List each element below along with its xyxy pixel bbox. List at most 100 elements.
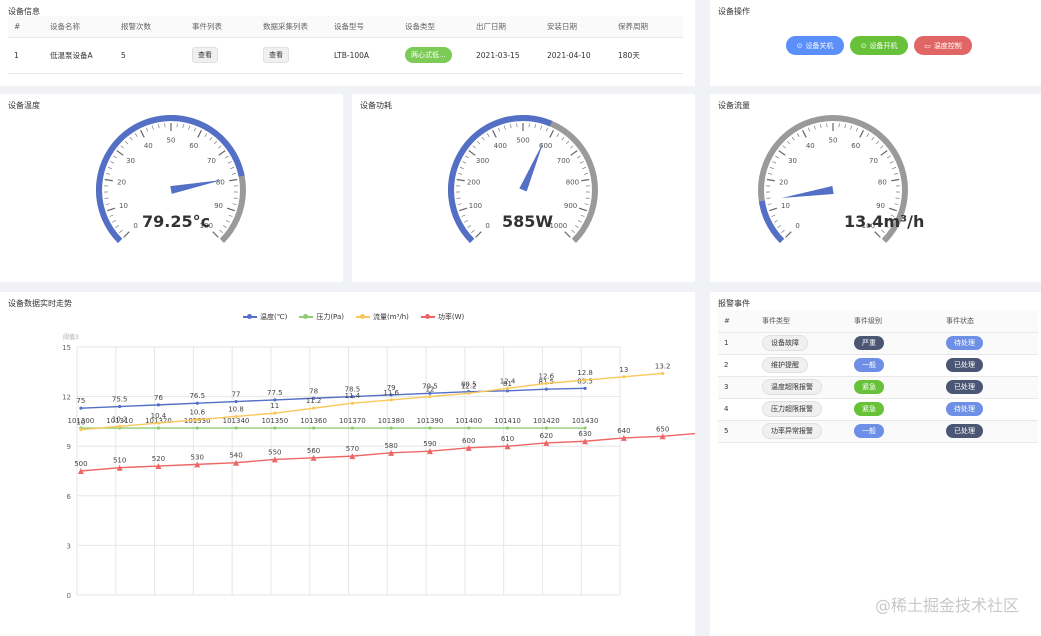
data-label: 13 [619,366,628,374]
y-tick-label: 12 [62,394,71,402]
gauge-tick [116,150,124,156]
cell-index: 3 [718,376,756,399]
gauge-tick [120,145,124,149]
col-type: 事件类型 [756,310,848,333]
table-row[interactable]: 5 功率异常报警 一般 已处理 [718,420,1038,443]
data-point [234,414,238,419]
table-row[interactable]: 1 设备故障 严重 待处理 [718,332,1038,355]
gauge-tick [124,140,129,145]
data-label: 101370 [339,417,366,425]
gauge-tick [123,231,130,238]
table-row[interactable]: 4 压力超限报警 紧急 待处理 [718,398,1038,421]
power-on-button[interactable]: ⊙ 设备开机 [850,36,908,55]
gauge-tick [213,140,218,145]
gauge-tick [786,140,791,145]
view-data-button[interactable]: 查看 [263,47,289,63]
data-label: 12.8 [577,369,593,377]
gauge-tick [193,127,196,132]
gauge-needle [781,186,834,198]
event-status-badge: 待处理 [946,402,983,416]
gauge-tick [105,203,110,205]
gauge-tick [134,133,138,137]
gauge-tick [476,140,481,145]
gauge-tick [498,127,501,132]
temp-control-button[interactable]: ▭ 温度控制 [914,36,972,55]
data-point [195,401,199,405]
gauge-tick [802,130,807,138]
gauge-tick [580,214,585,217]
data-label: 11.6 [383,389,399,397]
cell-index: 2 [718,354,756,377]
gauge-tick-label: 700 [557,157,570,165]
col-index: # [8,16,44,38]
gauge-tick [895,197,900,199]
gauge-tick [871,136,875,141]
gauge-tick [893,173,898,175]
table-row[interactable]: 2 维护提醒 一般 已处理 [718,354,1038,377]
data-point [156,421,161,425]
alarm-table: # 事件类型 事件级别 事件状态 1 设备故障 严重 待处理 2 维护提醒 一般 已处理 3 温度… [718,310,1038,443]
device-info-panel: 设备信息 # 设备名称 报警次数 事件列表 数据采集列表 设备型号 设备类型 出… [0,0,695,86]
trend-chart: 03691215阈值375 75.5 76 76.5 77 77.5 78 78.5 79 79.… [62,333,695,600]
data-label: 540 [229,452,242,460]
data-label: 11.2 [306,397,322,405]
gauge-tick [771,214,776,217]
data-label: 12.2 [461,382,477,390]
gauge-tick [182,124,184,129]
gauge-tick [462,161,467,164]
data-label: 520 [152,455,165,463]
data-point [583,378,587,382]
gauge-tick [231,173,236,175]
device-ops-panel: 设备操作 ⊙ 设备关机 ⊙ 设备开机 ▭ 温度控制 [710,0,1041,86]
data-label: 78 [309,387,318,395]
y-tick-label: 15 [62,344,71,352]
gauge-tick [855,127,858,132]
col-cycle: 保养周期 [612,16,683,38]
gauge-tick [844,124,846,129]
gauge-tick [226,207,235,212]
data-point [273,411,277,415]
data-label: 650 [656,425,669,433]
power-gauge: 01002003004005006007008009001000 [448,115,598,244]
event-status-badge: 已处理 [946,380,983,394]
view-events-button[interactable]: 查看 [192,47,218,63]
cell-cycle: 180天 [612,37,683,74]
col-level: 事件级别 [848,310,940,333]
gauge-tick [510,124,512,129]
table-row: 1 低温泵设备A 5 查看 查看 LTB-100A 两心式低... 2021-0… [8,37,683,74]
gauge-tick [119,229,123,233]
gauge-tick [492,130,497,138]
gauge-tick-label: 90 [876,202,885,210]
data-label: 101350 [261,417,288,425]
data-point [544,387,548,391]
power-off-button[interactable]: ⊙ 设备关机 [786,36,844,55]
data-label: 10.4 [151,412,167,420]
y-tick-label: 9 [67,443,71,451]
data-point [661,371,665,376]
data-label: 101430 [572,417,599,425]
gauge-tick [766,178,775,182]
data-label: 12.6 [539,372,555,380]
y-tick-label: 3 [67,542,71,550]
gauge-panel-power: 设备功耗 0 100 200 300 400 500 600 700 800 900 1000 58… [352,94,695,282]
gauge-tick-label: 10 [119,202,128,210]
col-alarms: 报警次数 [115,16,186,38]
cell-model: LTB-100A [328,37,399,74]
watermark: @稀土掘金技术社区 [874,596,1019,615]
event-type-tag: 设备故障 [762,335,808,351]
data-point [273,426,277,430]
data-label: 101360 [300,417,327,425]
gauge-tick-label: 30 [126,157,135,165]
data-point [118,404,122,409]
data-label: 10.8 [228,405,244,413]
gauge-tick [781,229,785,233]
gauge-tick [227,161,232,164]
table-row[interactable]: 3 温度超限报警 紧急 已处理 [718,376,1038,399]
event-type-tag: 温度超限报警 [762,379,822,395]
data-point [350,401,354,405]
gauge-tick [229,178,238,182]
col-name: 设备名称 [44,16,115,38]
data-label: 12 [425,386,434,394]
gauge-tick-label: 50 [167,137,176,145]
gauge-tick [504,125,506,130]
